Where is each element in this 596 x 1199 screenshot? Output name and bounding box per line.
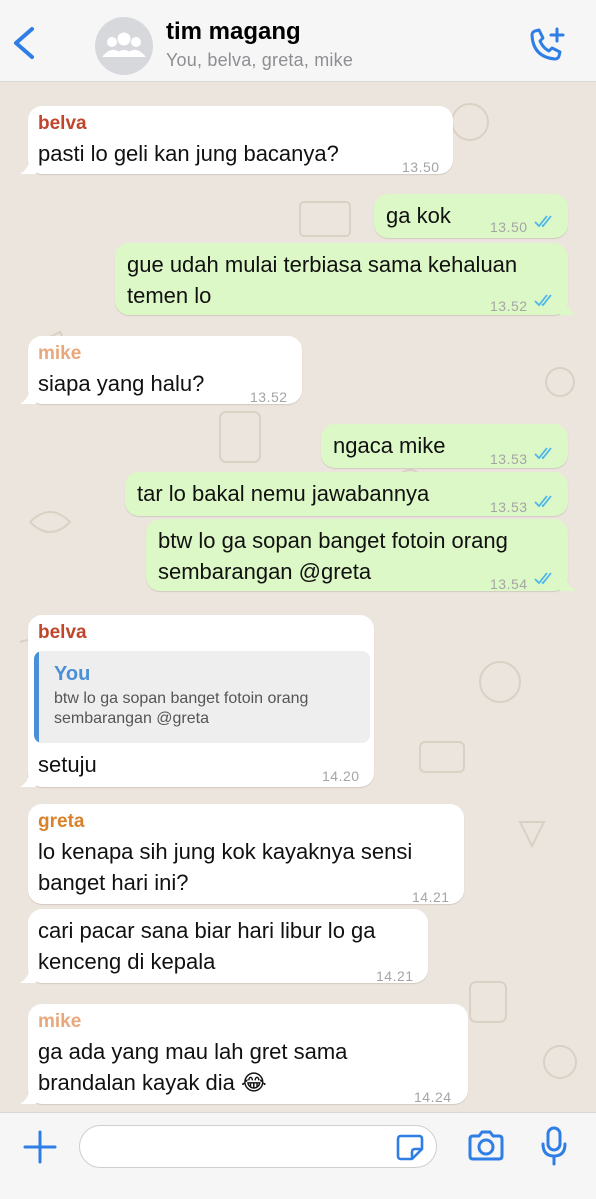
message-bubble-outgoing[interactable]: tar lo bakal nemu jawabannya 13.53 [125, 472, 568, 516]
message-text: btw lo ga sopan banget fotoin orang semb… [158, 528, 508, 584]
message-text: pasti lo geli kan jung bacanya? [38, 141, 339, 166]
message-sender: belva [38, 113, 87, 134]
message-text: ngaca mike [333, 433, 446, 458]
bubble-tail [20, 1086, 36, 1104]
message-sender: mike [38, 343, 82, 364]
message-bubble-incoming[interactable]: mike ga ada yang mau lah gret sama brand… [20, 1004, 468, 1105]
chat-participants[interactable]: You, belva, greta, mike [166, 50, 353, 71]
message-text: lo kenapa sih jung kok kayaknya sensi ba… [38, 839, 413, 895]
quoted-message[interactable]: You btw lo ga sopan banget fotoin orang … [34, 651, 370, 743]
chat-area[interactable]: belva pasti lo geli kan jung bacanya? 13… [0, 82, 596, 1112]
quoted-text: btw lo ga sopan banget fotoin orang semb… [54, 690, 309, 727]
message-time: 13.50 [490, 219, 528, 235]
message-text: ga ada yang mau lah gret sama brandalan … [38, 1039, 348, 1095]
message-time: 14.21 [376, 968, 414, 984]
message-text: tar lo bakal nemu jawabannya [137, 481, 430, 506]
bubble-tail [20, 769, 36, 787]
message-text: gue udah mulai terbiasa sama kehaluan te… [127, 252, 518, 308]
message-time: 14.20 [322, 768, 360, 784]
message-time: 13.54 [490, 576, 528, 592]
message-time: 13.52 [250, 389, 288, 405]
message-bubble-incoming[interactable]: cari pacar sana biar hari libur lo ga ke… [20, 909, 428, 984]
add-call-icon[interactable] [526, 26, 566, 64]
compose-bar [0, 1112, 596, 1199]
message-time: 13.50 [402, 159, 440, 175]
read-receipt-icon [534, 572, 552, 585]
read-receipt-icon [534, 294, 552, 307]
message-bubble-outgoing[interactable]: btw lo ga sopan banget fotoin orang semb… [146, 519, 576, 592]
bubble-tail [20, 386, 36, 404]
message-time: 14.24 [414, 1089, 452, 1105]
message-time: 13.52 [490, 298, 528, 314]
message-bubble-outgoing[interactable]: ga kok 13.50 [374, 194, 568, 238]
message-bubble-outgoing[interactable]: ngaca mike 13.53 [321, 424, 568, 468]
bubble-tail [20, 965, 36, 983]
message-bubble-incoming[interactable]: belva You btw lo ga sopan banget fotoin … [20, 615, 374, 787]
message-text: setuju [38, 752, 97, 777]
message-sender: mike [38, 1011, 82, 1032]
chat-header: tim magang You, belva, greta, mike [0, 0, 596, 82]
read-receipt-icon [534, 215, 552, 228]
message-text: ga kok [386, 203, 451, 228]
message-time: 14.21 [412, 889, 450, 905]
message-bubble-outgoing[interactable]: gue udah mulai terbiasa sama kehaluan te… [115, 243, 576, 315]
message-bubble-incoming[interactable]: greta lo kenapa sih jung kok kayaknya se… [28, 804, 464, 905]
quoted-sender: You [54, 663, 91, 685]
message-bubble-incoming[interactable]: mike siapa yang halu? 13.52 [20, 336, 302, 405]
message-time: 13.53 [490, 451, 528, 467]
chevron-left-icon[interactable] [10, 26, 38, 60]
message-text: cari pacar sana biar hari libur lo ga ke… [38, 918, 376, 974]
bubble-tail [560, 297, 576, 315]
microphone-icon[interactable] [540, 1125, 568, 1167]
read-receipt-icon [534, 447, 552, 460]
message-sender: belva [38, 622, 87, 643]
bubble-tail [20, 156, 36, 174]
bubble-tail [560, 573, 576, 591]
quote-bar [34, 651, 39, 743]
chat-title[interactable]: tim magang [166, 18, 301, 46]
plus-icon[interactable] [22, 1129, 58, 1165]
message-bubble-incoming[interactable]: belva pasti lo geli kan jung bacanya? 13… [20, 106, 453, 175]
camera-icon[interactable] [466, 1129, 506, 1163]
message-text: siapa yang halu? [38, 371, 205, 396]
sticker-icon[interactable] [396, 1133, 424, 1161]
message-input[interactable] [79, 1125, 437, 1168]
read-receipt-icon [534, 495, 552, 508]
group-avatar-icon[interactable] [95, 17, 153, 75]
message-sender: greta [38, 811, 85, 832]
